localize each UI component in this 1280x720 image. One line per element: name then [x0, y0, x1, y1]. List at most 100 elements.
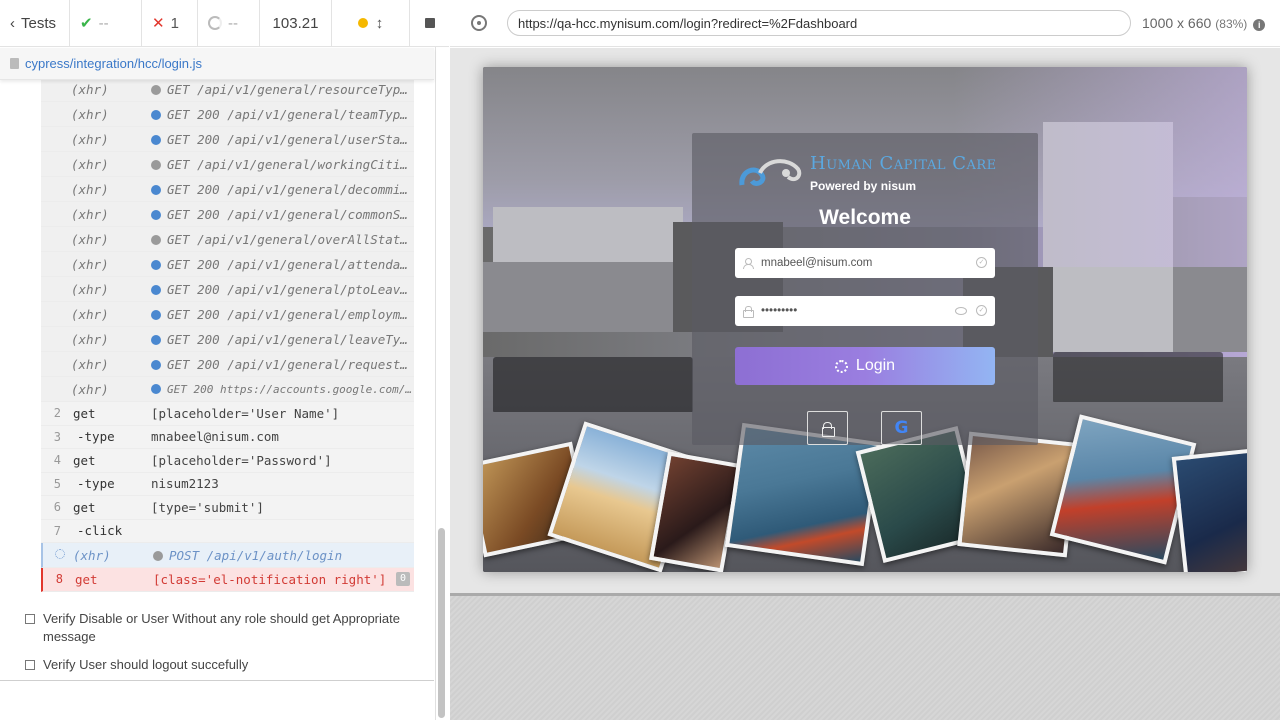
command-row[interactable]: (xhr) GET 200 /api/v1/general/commonS… [41, 202, 414, 227]
aut-header: https://qa-hcc.mynisum.com/login?redirec… [450, 0, 1280, 47]
x-icon: ✕ [152, 15, 165, 32]
command-row[interactable]: (xhr) GET 200 /api/v1/general/attenda… [41, 252, 414, 277]
login-panel: Human Capital Care Powered by nisum Welc… [692, 133, 1038, 445]
command-row[interactable]: (xhr) GET 200 /api/v1/general/employm… [41, 302, 414, 327]
command-row[interactable]: (xhr) GET /api/v1/general/workingCiti… [41, 152, 414, 177]
tests-back-button[interactable]: ‹ Tests [0, 0, 70, 46]
test-item[interactable]: Verify User should logout succefully [25, 656, 425, 674]
reporter-scrollbar[interactable] [438, 528, 445, 718]
command-message: GET 200 /api/v1/general/decommi… [151, 182, 414, 197]
command-message: GET 200 /api/v1/general/teamTyp… [151, 107, 414, 122]
duration: 103.21 [260, 0, 332, 46]
command-row[interactable]: (xhr) GET 200 /api/v1/general/decommi… [41, 177, 414, 202]
status-dot-icon [153, 550, 163, 561]
command-row-pending[interactable]: (xhr) POST /api/v1/auth/login [41, 543, 414, 568]
command-message: [type='submit'] [151, 500, 414, 515]
google-login-button[interactable]: G [881, 411, 922, 445]
selector-playground-icon[interactable] [471, 15, 487, 31]
command-name: get [75, 571, 98, 587]
command-row[interactable]: (xhr) GET /api/v1/general/overAllStat… [41, 227, 414, 252]
brand-title: Human Capital Care [810, 153, 997, 174]
spec-file-bar: cypress/integration/hcc/login.js [0, 48, 434, 80]
eye-icon[interactable] [955, 307, 967, 315]
username-input[interactable]: mnabeel@nisum.com ✓ [735, 248, 995, 278]
reporter-divider [0, 680, 434, 681]
command-name: -click [77, 523, 123, 539]
command-message-text: GET 200 /api/v1/general/request… [167, 356, 408, 372]
command-name: (xhr) [71, 156, 109, 172]
lock-icon [743, 306, 754, 318]
status-dot-icon [151, 134, 161, 145]
command-name: (xhr) [71, 306, 109, 322]
command-message: [placeholder='User Name'] [151, 406, 414, 421]
brand-logo [739, 159, 802, 186]
command-name: get [73, 499, 96, 515]
command-message-text: nisum2123 [151, 476, 219, 492]
command-message: [placeholder='Password'] [151, 453, 414, 468]
failed-count: 1 [170, 14, 179, 32]
command-row[interactable]: 2 get [placeholder='User Name'] [41, 402, 414, 426]
command-message-text: GET 200 /api/v1/general/ptoLeav… [167, 281, 408, 297]
command-name: (xhr) [71, 256, 109, 272]
command-message-text: GET /api/v1/general/resourceTyp… [167, 81, 408, 97]
command-name: (xhr) [71, 131, 109, 147]
command-name: (xhr) [71, 331, 109, 347]
aut-url-bar[interactable]: https://qa-hcc.mynisum.com/login?redirec… [507, 10, 1131, 36]
command-message-text: GET 200 /api/v1/general/commonS… [167, 206, 408, 222]
command-row[interactable]: (xhr) GET 200 /api/v1/general/teamTyp… [41, 102, 414, 127]
command-row[interactable]: (xhr) GET /api/v1/general/resourceTyp… [41, 77, 414, 102]
password-value: ••••••••• [761, 305, 798, 317]
command-message: [class='el-notification right'] [153, 572, 396, 587]
command-row[interactable]: (xhr) GET 200 /api/v1/general/leaveTy… [41, 327, 414, 352]
pending-count: -- [228, 14, 238, 32]
command-message-text: [type='submit'] [151, 499, 264, 515]
status-dot-icon [151, 309, 161, 320]
brand-subtitle: Powered by nisum [810, 179, 917, 193]
welcome-heading: Welcome [819, 206, 911, 229]
command-number: 5 [53, 476, 61, 491]
command-row[interactable]: (xhr) GET 200 /api/v1/general/userSta… [41, 127, 414, 152]
check-icon: ✔ [80, 15, 93, 32]
test-list: Verify Disable or User Without any role … [25, 610, 425, 684]
command-row[interactable]: (xhr) GET 200 /api/v1/general/request… [41, 352, 414, 377]
login-button[interactable]: Login [735, 347, 995, 385]
command-name: (xhr) [71, 381, 109, 397]
unlock-icon [821, 422, 835, 437]
command-message: nisum2123 [151, 476, 414, 491]
app-login-page: Human Capital Care Powered by nisum Welc… [483, 67, 1247, 572]
command-name: (xhr) [71, 231, 109, 247]
command-row[interactable]: 5 -type nisum2123 [41, 472, 414, 496]
test-item[interactable]: Verify Disable or User Without any role … [25, 610, 425, 646]
unlock-button[interactable] [807, 411, 848, 445]
command-message-text: GET /api/v1/general/overAllStat… [167, 231, 408, 247]
command-message-text: GET 200 https://accounts.google.com/o/… [167, 382, 414, 396]
command-row-failed[interactable]: 8 get [class='el-notification right'] 0 [41, 568, 414, 592]
command-message: GET 200 /api/v1/general/ptoLeav… [151, 282, 414, 297]
viewport-info[interactable]: 1000 x 660 (83%) i [1142, 15, 1266, 31]
command-row[interactable]: 7 -click [41, 519, 414, 543]
command-row[interactable]: (xhr) GET 200 /api/v1/general/ptoLeav… [41, 277, 414, 302]
command-message: GET 200 /api/v1/general/leaveTy… [151, 332, 414, 347]
command-row[interactable]: 6 get [type='submit'] [41, 496, 414, 520]
password-input[interactable]: ••••••••• ✓ [735, 296, 995, 326]
background-crowd [1053, 352, 1223, 402]
spec-file-link[interactable]: cypress/integration/hcc/login.js [25, 56, 202, 71]
stop-button[interactable] [410, 0, 449, 46]
failed-stat: ✕ 1 [142, 0, 198, 46]
command-row[interactable]: 3 -type mnabeel@nisum.com [41, 425, 414, 449]
auto-scroll-toggle[interactable]: ↕ [332, 0, 410, 46]
command-message-text: GET 200 /api/v1/general/decommi… [167, 181, 408, 197]
status-dot-icon [151, 84, 161, 95]
command-row[interactable]: 4 get [placeholder='Password'] [41, 449, 414, 473]
status-dot-icon [151, 259, 161, 270]
file-icon [10, 58, 19, 69]
command-message-text: GET 200 /api/v1/general/leaveTy… [167, 331, 408, 347]
element-count-badge: 0 [396, 572, 410, 587]
command-row[interactable]: (xhr) GET 200 https://accounts.google.com… [41, 377, 414, 402]
username-value: mnabeel@nisum.com [761, 257, 873, 269]
user-icon [743, 258, 754, 269]
command-message-text: POST /api/v1/auth/login [169, 547, 343, 563]
login-label: Login [855, 357, 896, 374]
info-icon: i [1253, 19, 1266, 31]
status-dot-icon [151, 383, 161, 394]
